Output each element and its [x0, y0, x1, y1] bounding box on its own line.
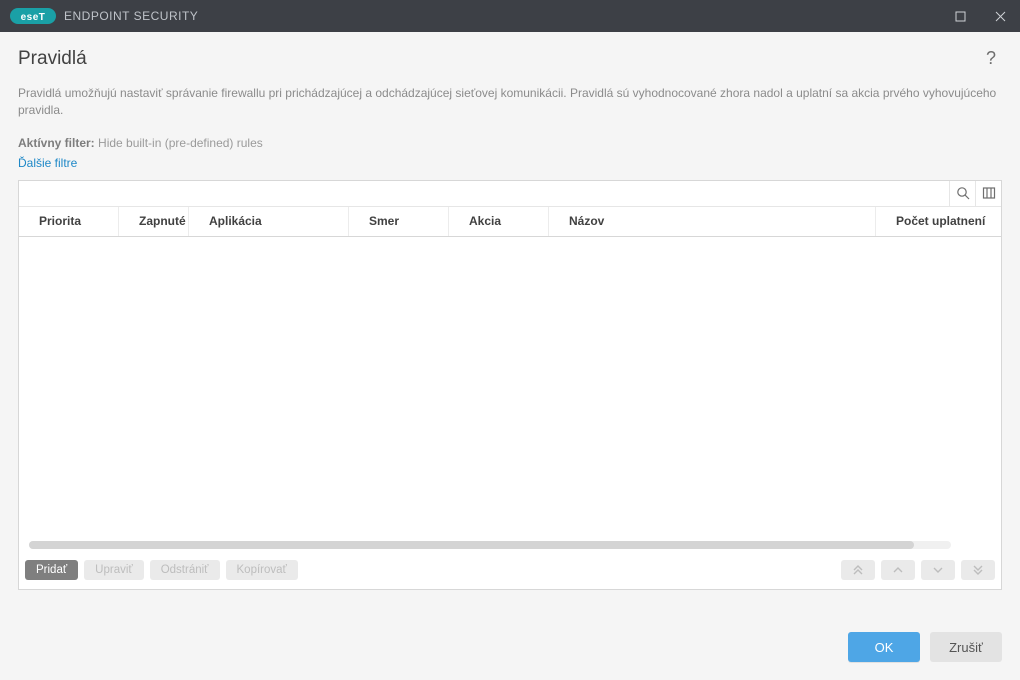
titlebar: eseT ENDPOINT SECURITY	[0, 0, 1020, 32]
page-description: Pravidlá umožňujú nastaviť správanie fir…	[18, 85, 1002, 120]
copy-button: Kopírovať	[226, 560, 298, 580]
edit-button: Upraviť	[84, 560, 144, 580]
double-chevron-down-icon	[972, 565, 984, 575]
move-down-button	[921, 560, 955, 580]
help-icon[interactable]: ?	[980, 46, 1002, 71]
chevron-down-icon	[932, 565, 944, 575]
col-aplikacia[interactable]: Aplikácia	[189, 207, 349, 236]
panel-footer: Pridať Upraviť Odstrániť Kopírovať	[19, 557, 1001, 589]
add-button[interactable]: Pridať	[25, 560, 78, 580]
horizontal-scrollbar[interactable]	[29, 541, 951, 549]
window-maximize-button[interactable]	[940, 0, 980, 32]
col-pocet[interactable]: Počet uplatnení	[876, 207, 1001, 236]
move-up-button	[881, 560, 915, 580]
double-chevron-up-icon	[852, 565, 864, 575]
move-bottom-button	[961, 560, 995, 580]
columns-icon[interactable]	[975, 181, 1001, 206]
panel-toolbar	[19, 181, 1001, 207]
table-body	[19, 237, 1001, 557]
col-nazov[interactable]: Názov	[549, 207, 876, 236]
product-name: ENDPOINT SECURITY	[64, 9, 198, 23]
table-header: Priorita Zapnuté Aplikácia Smer Akcia Ná…	[19, 207, 1001, 237]
col-smer[interactable]: Smer	[349, 207, 449, 236]
col-priorita[interactable]: Priorita	[19, 207, 119, 236]
rules-panel: Priorita Zapnuté Aplikácia Smer Akcia Ná…	[18, 180, 1002, 590]
active-filter-row: Aktívny filter: Hide built-in (pre-defin…	[18, 136, 1002, 150]
brand-logo: eseT	[10, 8, 56, 24]
search-icon[interactable]	[949, 181, 975, 206]
delete-button: Odstrániť	[150, 560, 220, 580]
dialog-footer: OK Zrušiť	[18, 590, 1002, 662]
col-zapnute[interactable]: Zapnuté	[119, 207, 189, 236]
ok-button[interactable]: OK	[848, 632, 920, 662]
chevron-up-icon	[892, 565, 904, 575]
horizontal-scrollbar-thumb[interactable]	[29, 541, 914, 549]
move-top-button	[841, 560, 875, 580]
active-filter-label: Aktívny filter:	[18, 136, 95, 150]
col-akcia[interactable]: Akcia	[449, 207, 549, 236]
active-filter-value: Hide built-in (pre-defined) rules	[98, 136, 263, 150]
page-title: Pravidlá	[18, 48, 87, 70]
window-close-button[interactable]	[980, 0, 1020, 32]
cancel-button[interactable]: Zrušiť	[930, 632, 1002, 662]
brand: eseT ENDPOINT SECURITY	[10, 8, 198, 24]
svg-text:eseT: eseT	[21, 12, 46, 23]
more-filters-link[interactable]: Ďalšie filtre	[18, 156, 1002, 170]
page-header: Pravidlá ?	[18, 46, 1002, 71]
